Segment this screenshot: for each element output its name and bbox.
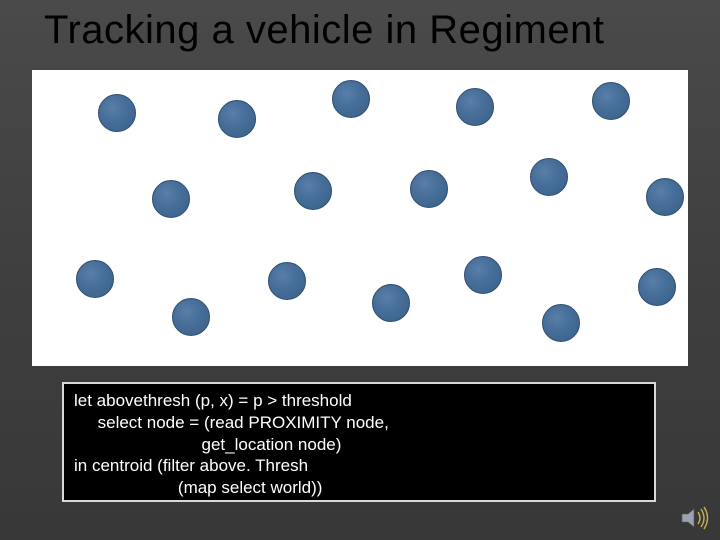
node-dot bbox=[152, 180, 190, 218]
node-dot bbox=[98, 94, 136, 132]
node-dot bbox=[172, 298, 210, 336]
speaker-icon bbox=[680, 506, 710, 530]
node-dot bbox=[218, 100, 256, 138]
node-dot bbox=[76, 260, 114, 298]
node-dot bbox=[294, 172, 332, 210]
node-dot bbox=[268, 262, 306, 300]
slide-title: Tracking a vehicle in Regiment bbox=[44, 8, 700, 53]
node-dot bbox=[646, 178, 684, 216]
code-line-5: (map select world)) bbox=[74, 478, 322, 497]
code-line-2: select node = (read PROXIMITY node, bbox=[74, 413, 389, 432]
node-dot bbox=[592, 82, 630, 120]
code-line-3: get_location node) bbox=[74, 435, 341, 454]
code-line-1: let abovethresh (p, x) = p > threshold bbox=[74, 391, 352, 410]
node-dot bbox=[332, 80, 370, 118]
node-dot bbox=[638, 268, 676, 306]
node-dot bbox=[456, 88, 494, 126]
code-box: let abovethresh (p, x) = p > threshold s… bbox=[62, 382, 656, 502]
node-dot bbox=[410, 170, 448, 208]
slide: Tracking a vehicle in Regiment let above… bbox=[0, 0, 720, 540]
diagram-canvas bbox=[32, 70, 688, 366]
node-dot bbox=[464, 256, 502, 294]
node-dot bbox=[530, 158, 568, 196]
node-dot bbox=[542, 304, 580, 342]
code-line-4: in centroid (filter above. Thresh bbox=[74, 456, 308, 475]
node-dot bbox=[372, 284, 410, 322]
